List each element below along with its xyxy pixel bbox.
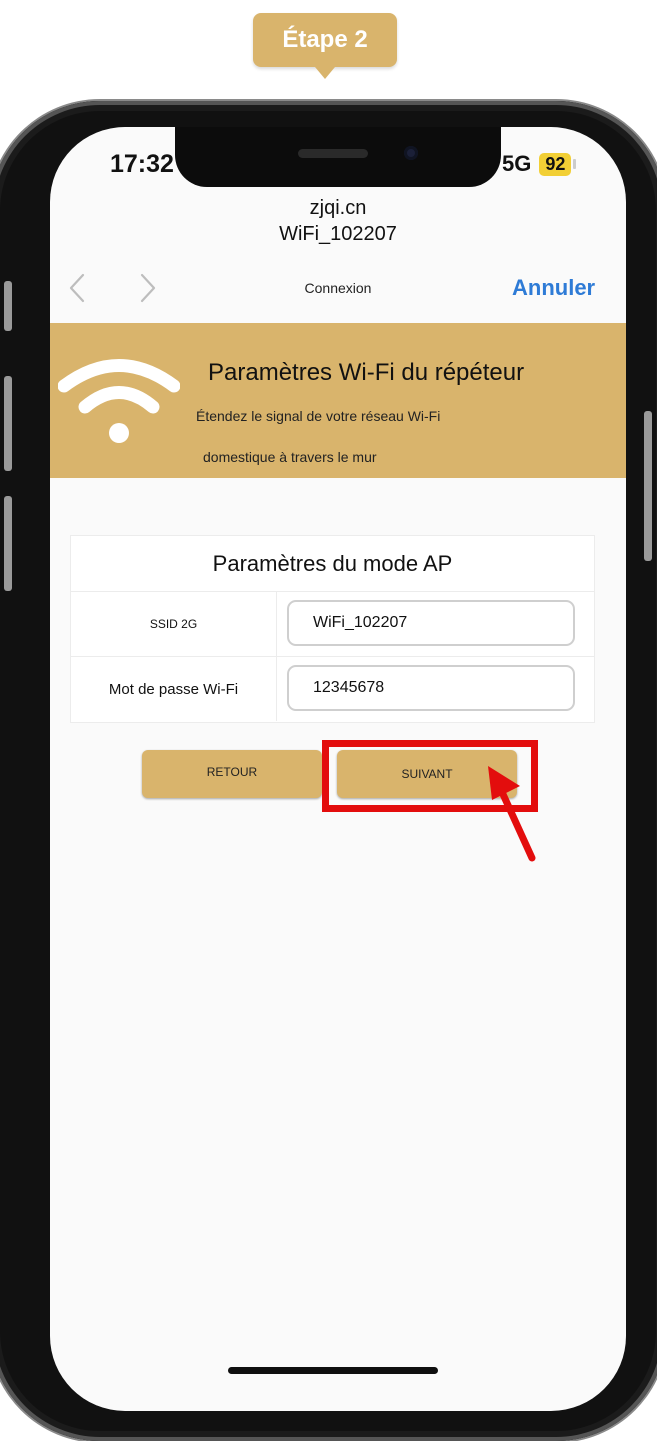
status-time: 17:32 [110,150,174,178]
banner-subtitle-line1: Étendez le signal de votre réseau Wi-Fi [196,408,441,424]
ap-settings-title: Paramètres du mode AP [71,536,594,592]
volume-up-button [4,376,12,471]
banner-title: Paramètres Wi-Fi du répéteur [208,359,525,386]
red-arrow-icon [488,766,536,862]
cancel-button[interactable]: Annuler [512,275,595,301]
speaker-grille [298,149,368,158]
network-type: 5G [502,151,532,176]
url-ssid: WiFi_102207 [279,223,397,245]
ap-settings-panel: Paramètres du mode AP SSID 2G WiFi_10220… [70,535,595,723]
camera-icon [404,146,418,160]
retour-button[interactable]: RETOUR [142,750,322,798]
ssid-input[interactable]: WiFi_102207 [287,600,575,646]
battery-icon [573,159,577,169]
password-input[interactable]: 12345678 [287,665,575,711]
status-indicators: 5G 92 [502,151,577,177]
power-button [644,411,652,561]
ssid-row: SSID 2G WiFi_102207 [71,592,594,657]
battery-level: 92 [539,152,572,176]
wifi-icon [58,359,180,443]
ssid-label: SSID 2G [71,592,277,656]
url-domain: zjqi.cn [309,197,367,219]
banner-subtitle-line2: domestique à travers le mur [203,449,377,465]
volume-down-button [4,496,12,591]
step-badge: Étape 2 [253,13,397,79]
password-label: Mot de passe Wi-Fi [71,657,277,721]
notch [175,127,501,187]
header-banner: Paramètres Wi-Fi du répéteur Étendez le … [50,323,626,478]
home-indicator[interactable] [228,1367,438,1374]
password-row: Mot de passe Wi-Fi 12345678 [71,657,594,721]
mute-switch [4,281,12,331]
